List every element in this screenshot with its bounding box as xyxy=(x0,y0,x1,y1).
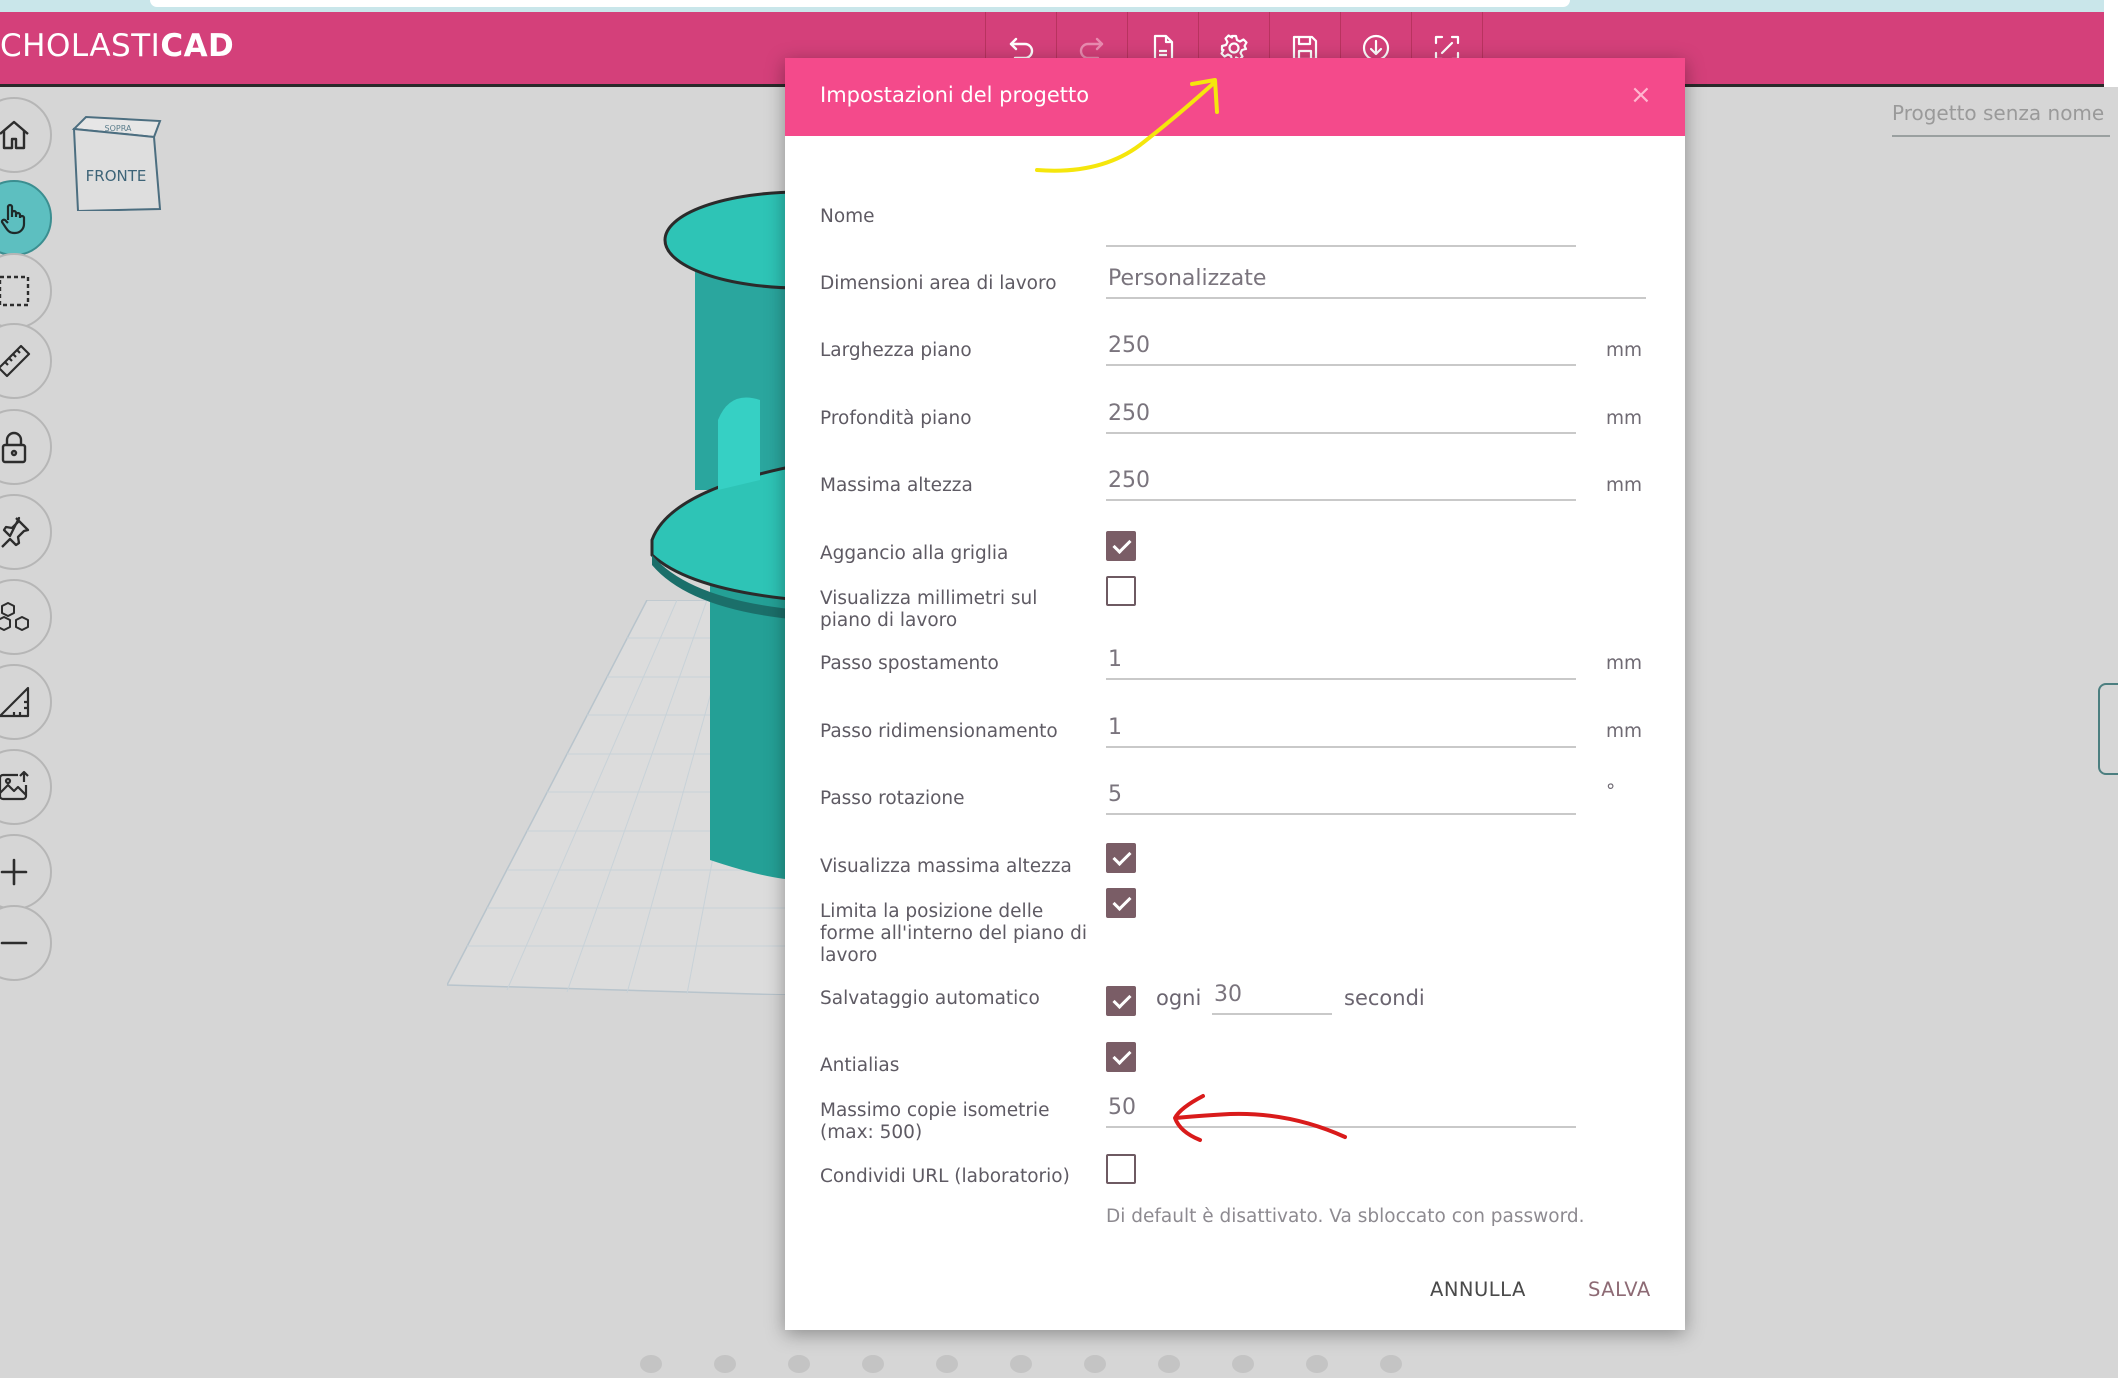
dimensioni-select[interactable]: Personalizzate xyxy=(1106,265,1646,299)
lock-icon xyxy=(1,431,27,464)
limita-checkbox[interactable] xyxy=(1106,888,1136,918)
ridimensionamento-input[interactable]: 1 xyxy=(1106,714,1576,748)
bottom-tool[interactable] xyxy=(1010,1355,1032,1373)
unit-mm: mm xyxy=(1606,721,1643,742)
bottom-tool[interactable] xyxy=(936,1355,958,1373)
bottom-toolbar xyxy=(640,1355,1440,1378)
bottom-tool[interactable] xyxy=(1158,1355,1180,1373)
millimetri-checkbox[interactable] xyxy=(1106,576,1136,606)
salvataggio-interval-input[interactable]: 30 xyxy=(1212,981,1332,1015)
bottom-tool[interactable] xyxy=(1306,1355,1328,1373)
label-millimetri: Visualizza millimetri sul piano di lavor… xyxy=(820,588,1038,631)
nome-input[interactable] xyxy=(1106,213,1576,247)
zoom-in-icon xyxy=(0,858,28,886)
cancel-button[interactable]: ANNULLA xyxy=(1430,1278,1526,1301)
unit-degree: ° xyxy=(1606,781,1616,802)
aggancio-checkbox[interactable] xyxy=(1106,531,1136,561)
set-square-icon xyxy=(0,686,30,718)
salvataggio-checkbox[interactable] xyxy=(1106,986,1136,1016)
bottom-tool[interactable] xyxy=(1232,1355,1254,1373)
label-larghezza: Larghezza piano xyxy=(820,340,972,361)
spostamento-input[interactable]: 1 xyxy=(1106,646,1576,680)
image-upload-icon xyxy=(0,770,29,801)
dialog-header: Impostazioni del progetto × xyxy=(785,58,1685,136)
app-logo: CHOLASTICAD xyxy=(0,28,234,64)
vis-altezza-checkbox[interactable] xyxy=(1106,843,1136,873)
save-dialog-button[interactable]: SALVA xyxy=(1588,1278,1651,1301)
condividi-hint: Di default è disattivato. Va sbloccato c… xyxy=(1106,1206,1585,1227)
bottom-tool[interactable] xyxy=(714,1355,736,1373)
label-profondita: Profondità piano xyxy=(820,408,972,429)
project-name-field[interactable]: Progetto senza nome xyxy=(1892,101,2110,137)
bottom-tool[interactable] xyxy=(640,1355,662,1373)
label-vis-altezza: Visualizza massima altezza xyxy=(820,856,1072,877)
ruler-icon xyxy=(0,344,31,378)
bottom-tool[interactable] xyxy=(1084,1355,1106,1373)
salvataggio-prefix: ogni xyxy=(1156,986,1202,1010)
bottom-tool[interactable] xyxy=(788,1355,810,1373)
copie-input[interactable]: 50 xyxy=(1106,1094,1576,1128)
browser-tab[interactable] xyxy=(150,0,1570,7)
unit-mm: mm xyxy=(1606,408,1643,429)
label-nome: Nome xyxy=(820,206,875,227)
zoom-out-icon xyxy=(0,941,28,945)
label-rotazione: Passo rotazione xyxy=(820,788,965,809)
altezza-input[interactable]: 250 xyxy=(1106,467,1576,501)
rotazione-input[interactable]: 5 xyxy=(1106,781,1576,815)
logo-text: CHOLASTI xyxy=(0,28,161,64)
viewcube-top-label[interactable]: SOPRA xyxy=(105,124,132,133)
select-box-icon xyxy=(0,275,30,307)
label-dimensioni: Dimensioni area di lavoro xyxy=(820,273,1057,294)
pin-icon xyxy=(1,516,30,548)
antialias-checkbox[interactable] xyxy=(1106,1042,1136,1072)
label-copie: Massimo copie isometrie (max: 500) xyxy=(820,1100,1050,1143)
viewcube-front-label[interactable]: FRONTE xyxy=(86,167,147,185)
label-salvataggio: Salvataggio automatico xyxy=(820,988,1040,1009)
browser-tab-strip xyxy=(0,0,2118,12)
unit-mm: mm xyxy=(1606,475,1643,496)
hand-icon xyxy=(0,203,26,235)
unit-mm: mm xyxy=(1606,340,1643,361)
window-edge xyxy=(2104,0,2118,90)
home-icon xyxy=(0,120,29,150)
logo-text-bold: CAD xyxy=(160,28,235,64)
label-aggancio: Aggancio alla griglia xyxy=(820,543,1009,564)
condividi-checkbox[interactable] xyxy=(1106,1154,1136,1184)
bottom-tool[interactable] xyxy=(1380,1355,1402,1373)
profondita-input[interactable]: 250 xyxy=(1106,400,1576,434)
unit-mm: mm xyxy=(1606,653,1643,674)
3d-cylinder-object[interactable] xyxy=(650,160,800,880)
label-condividi: Condividi URL (laboratorio) xyxy=(820,1166,1070,1187)
larghezza-input[interactable]: 250 xyxy=(1106,332,1576,366)
close-icon[interactable]: × xyxy=(1630,80,1652,110)
dialog-title: Impostazioni del progetto xyxy=(820,83,1090,107)
cubes-icon xyxy=(0,602,29,631)
label-altezza: Massima altezza xyxy=(820,475,973,496)
right-panel-toggle[interactable] xyxy=(2098,683,2118,775)
view-cube[interactable]: SOPRA FRONTE xyxy=(70,115,162,211)
label-limita: Limita la posizione delle forme all'inte… xyxy=(820,901,1087,966)
project-settings-dialog: Impostazioni del progetto × Nome Dimensi… xyxy=(785,58,1685,1330)
label-ridimensionamento: Passo ridimensionamento xyxy=(820,721,1058,742)
label-spostamento: Passo spostamento xyxy=(820,653,999,674)
label-antialias: Antialias xyxy=(820,1055,900,1076)
salvataggio-suffix: secondi xyxy=(1344,986,1425,1010)
bottom-tool[interactable] xyxy=(862,1355,884,1373)
